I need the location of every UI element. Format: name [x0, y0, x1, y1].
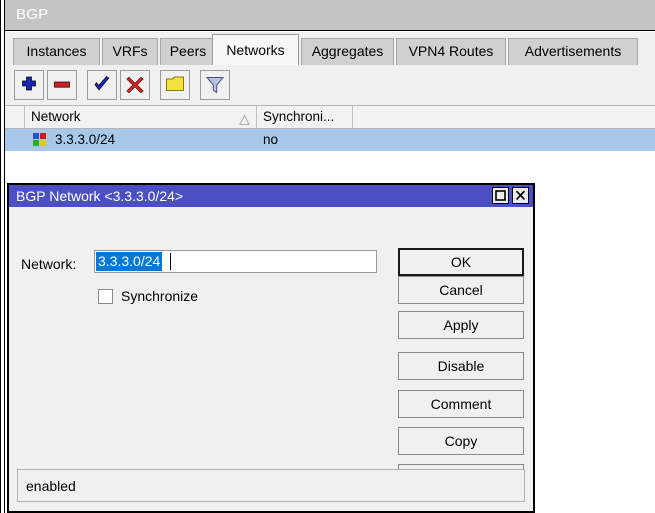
tab-strip: Instances VRFs Peers Networks Aggregates… [5, 32, 655, 65]
row-cell-network: 3.3.3.0/24 [55, 129, 255, 151]
check-icon [88, 71, 116, 99]
table-header-synchronize[interactable]: Synchroni... [257, 106, 353, 128]
table-header-gutter [5, 106, 25, 128]
table-header-filler [353, 106, 655, 128]
window-left-rail-outer [0, 0, 1, 513]
tab-peers[interactable]: Peers [160, 38, 216, 65]
row-cell-synchronize: no [263, 129, 353, 151]
table-header-network-label: Network [31, 109, 81, 124]
dialog-title: BGP Network <3.3.3.0/24> [16, 188, 183, 204]
table-row[interactable]: 3.3.3.0/24 no [5, 129, 655, 151]
window-title-bar[interactable]: BGP [5, 0, 655, 31]
enable-button[interactable] [87, 70, 117, 100]
disable-button[interactable]: Disable [398, 352, 524, 380]
disable-button[interactable] [120, 70, 150, 100]
tab-advertisements[interactable]: Advertisements [508, 38, 638, 65]
comment-button[interactable]: Comment [398, 390, 524, 418]
cross-icon [121, 71, 149, 99]
filter-button[interactable] [200, 70, 230, 100]
networks-table: Network Synchroni... 3.3.3.0/24 no [5, 105, 655, 181]
row-status-icon [33, 133, 49, 147]
ok-button[interactable]: OK [398, 248, 524, 276]
bgp-window: BGP Instances VRFs Peers Networks Aggreg… [0, 0, 655, 513]
tab-aggregates[interactable]: Aggregates [301, 38, 394, 65]
maximize-icon [493, 188, 508, 203]
dialog-body: Network: 3.3.3.0/24 Synchronize OK Cance… [9, 207, 533, 511]
table-empty-space [5, 151, 655, 182]
network-input-value: 3.3.3.0/24 [96, 252, 162, 271]
add-button[interactable] [14, 70, 44, 100]
synchronize-label[interactable]: Synchronize [121, 288, 198, 304]
apply-button[interactable]: Apply [398, 311, 524, 339]
dialog-title-bar[interactable]: BGP Network <3.3.3.0/24> [9, 185, 533, 207]
note-icon [161, 71, 189, 99]
remove-button[interactable] [47, 70, 77, 100]
network-field-label: Network: [21, 256, 76, 272]
maximize-button[interactable] [492, 187, 509, 204]
table-header-network[interactable]: Network [25, 106, 257, 128]
window-title: BGP [16, 6, 48, 23]
plus-icon [15, 71, 43, 99]
text-caret [170, 253, 171, 270]
bgp-network-dialog: BGP Network <3.3.3.0/24> Network: [7, 183, 535, 513]
close-icon [513, 188, 528, 203]
close-button[interactable] [512, 187, 529, 204]
toolbar [5, 65, 655, 105]
cancel-button[interactable]: Cancel [398, 276, 524, 304]
copy-button[interactable]: Copy [398, 427, 524, 455]
tab-instances[interactable]: Instances [13, 38, 100, 65]
dialog-status-bar: enabled [17, 469, 525, 502]
network-input[interactable]: 3.3.3.0/24 [94, 250, 377, 273]
tab-vpn4-routes[interactable]: VPN4 Routes [396, 38, 506, 65]
tab-vrfs[interactable]: VRFs [102, 38, 158, 65]
comment-button[interactable] [160, 70, 190, 100]
funnel-icon [201, 71, 229, 99]
minus-icon [48, 71, 76, 99]
table-header-row: Network Synchroni... [5, 106, 655, 129]
dialog-status-text: enabled [26, 478, 76, 494]
tab-networks[interactable]: Networks [212, 34, 299, 65]
synchronize-checkbox[interactable] [98, 289, 113, 304]
